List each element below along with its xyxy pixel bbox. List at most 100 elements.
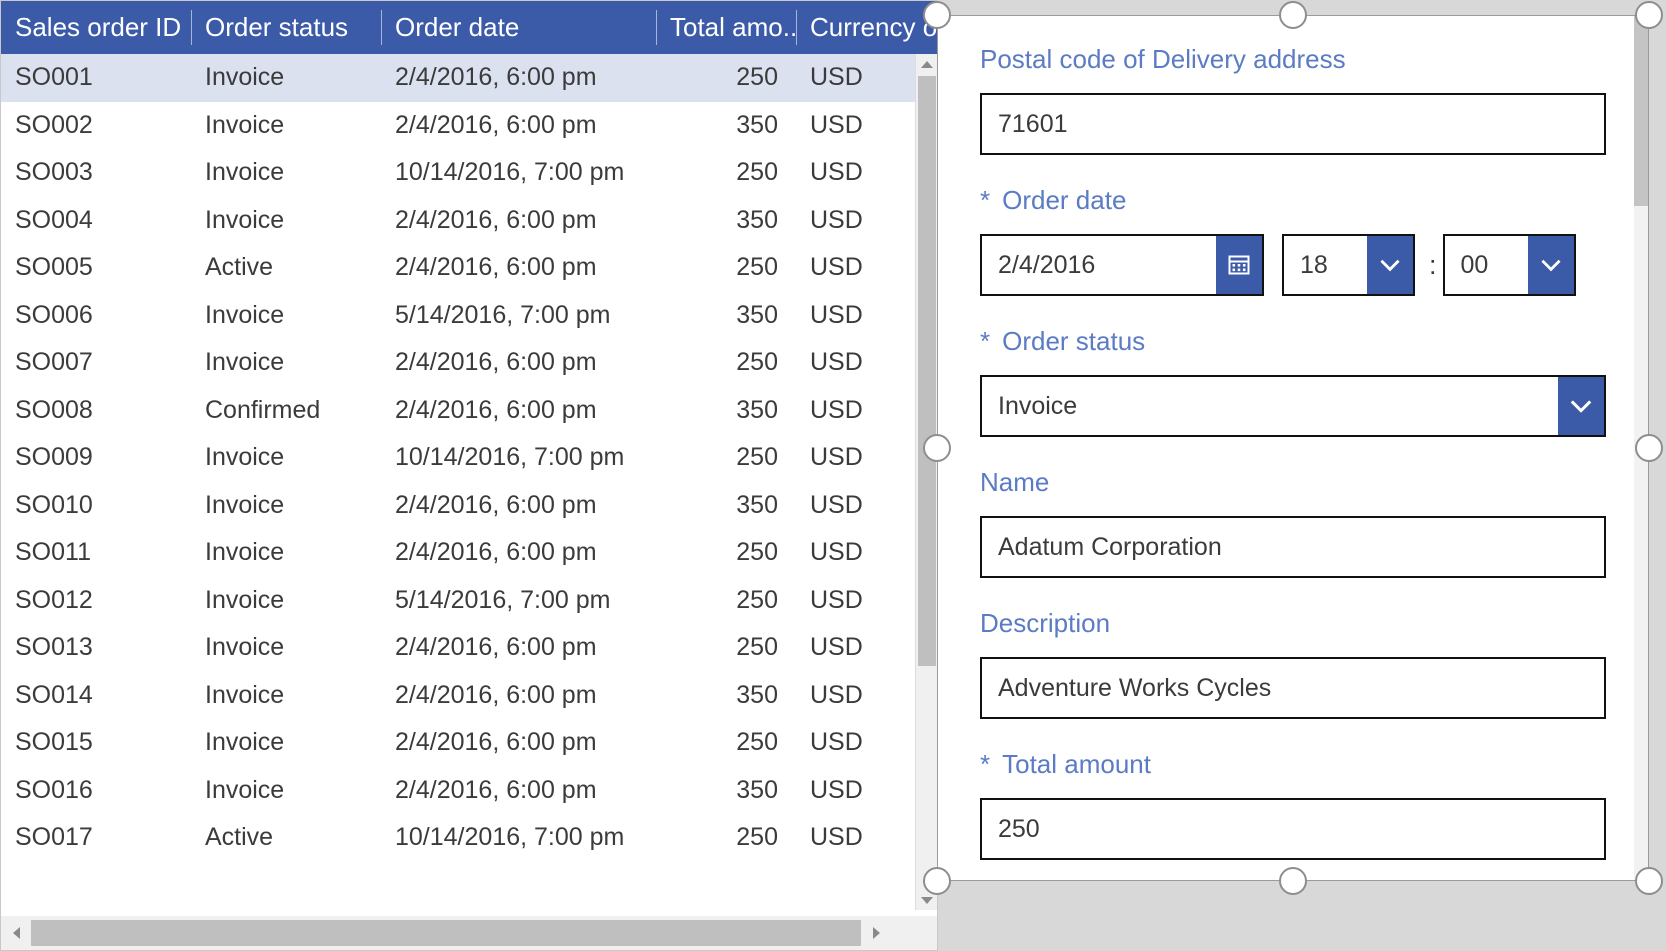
description-value: Adventure Works Cycles	[998, 674, 1271, 703]
postal-code-value: 71601	[998, 110, 1068, 139]
order-hour-value: 18	[1284, 236, 1367, 294]
cell-total-amount: 250	[656, 54, 796, 102]
table-row[interactable]: SO015Invoice2/4/2016, 6:00 pm250USD	[1, 719, 938, 767]
column-header-order-date[interactable]: Order date	[381, 1, 656, 54]
calendar-icon[interactable]	[1216, 236, 1262, 294]
cell-order-status: Invoice	[191, 434, 381, 482]
resize-handle-top-left[interactable]	[923, 1, 951, 29]
table-row[interactable]: SO007Invoice2/4/2016, 6:00 pm250USD	[1, 339, 938, 387]
resize-handle-top-center[interactable]	[1279, 1, 1307, 29]
table-horizontal-scrollbar[interactable]	[1, 916, 937, 950]
cell-order-status: Invoice	[191, 672, 381, 720]
order-minute-dropdown[interactable]: 00	[1443, 234, 1576, 296]
chevron-down-icon[interactable]	[1367, 236, 1413, 294]
field-name: Name Adatum Corporation	[980, 467, 1606, 578]
cell-order-status: Invoice	[191, 197, 381, 245]
order-date-picker[interactable]: 2/4/2016	[980, 234, 1264, 296]
table-row[interactable]: SO017Active10/14/2016, 7:00 pm250USD	[1, 814, 938, 862]
cell-order-status: Invoice	[191, 719, 381, 767]
cell-total-amount: 250	[656, 244, 796, 292]
label-total-amount-text: Total amount	[1002, 749, 1151, 780]
required-asterisk-order-status: *	[980, 328, 990, 354]
table-row[interactable]: SO016Invoice2/4/2016, 6:00 pm350USD	[1, 767, 938, 815]
label-order-date: * Order date	[980, 185, 1606, 216]
column-header-sales-order-id[interactable]: Sales order ID	[1, 1, 191, 54]
cell-sales-order-id: SO006	[1, 292, 191, 340]
scroll-left-arrow-icon[interactable]	[1, 916, 31, 950]
cell-sales-order-id: SO013	[1, 624, 191, 672]
cell-sales-order-id: SO009	[1, 434, 191, 482]
description-input[interactable]: Adventure Works Cycles	[980, 657, 1606, 719]
field-total-amount: * Total amount 250	[980, 749, 1606, 860]
cell-order-date: 2/4/2016, 6:00 pm	[381, 482, 656, 530]
table-row[interactable]: SO013Invoice2/4/2016, 6:00 pm250USD	[1, 624, 938, 672]
table-body: SO001Invoice2/4/2016, 6:00 pm250USDSO002…	[1, 54, 938, 862]
cell-order-status: Invoice	[191, 577, 381, 625]
total-amount-input[interactable]: 250	[980, 798, 1606, 860]
label-postal-code-text: Postal code of Delivery address	[980, 44, 1346, 75]
column-header-currency[interactable]: Currency of T	[796, 1, 938, 54]
label-postal-code: Postal code of Delivery address	[980, 44, 1606, 75]
cell-order-status: Invoice	[191, 339, 381, 387]
cell-order-status: Invoice	[191, 54, 381, 102]
label-order-date-text: Order date	[1002, 185, 1126, 216]
table-row[interactable]: SO005Active2/4/2016, 6:00 pm250USD	[1, 244, 938, 292]
cell-sales-order-id: SO004	[1, 197, 191, 245]
table-row[interactable]: SO011Invoice2/4/2016, 6:00 pm250USD	[1, 529, 938, 577]
resize-handle-bottom-left[interactable]	[923, 867, 951, 895]
chevron-down-icon[interactable]	[1528, 236, 1574, 294]
cell-order-status: Invoice	[191, 292, 381, 340]
cell-order-status: Invoice	[191, 624, 381, 672]
cell-total-amount: 250	[656, 624, 796, 672]
table-row[interactable]: SO001Invoice2/4/2016, 6:00 pm250USD	[1, 54, 938, 102]
table-row[interactable]: SO006Invoice5/14/2016, 7:00 pm350USD	[1, 292, 938, 340]
chevron-down-icon[interactable]	[1558, 377, 1604, 435]
resize-handle-top-right[interactable]	[1635, 1, 1663, 29]
table-row[interactable]: SO014Invoice2/4/2016, 6:00 pm350USD	[1, 672, 938, 720]
cell-total-amount: 350	[656, 482, 796, 530]
table-row[interactable]: SO003Invoice10/14/2016, 7:00 pm250USD	[1, 149, 938, 197]
cell-sales-order-id: SO003	[1, 149, 191, 197]
column-header-order-status[interactable]: Order status	[191, 1, 381, 54]
order-status-dropdown[interactable]: Invoice	[980, 375, 1606, 437]
scroll-up-arrow-icon[interactable]	[916, 54, 938, 74]
form-scroll-thumb[interactable]	[1634, 16, 1648, 206]
table-row[interactable]: SO010Invoice2/4/2016, 6:00 pm350USD	[1, 482, 938, 530]
cell-sales-order-id: SO001	[1, 54, 191, 102]
table-row[interactable]: SO012Invoice5/14/2016, 7:00 pm250USD	[1, 577, 938, 625]
edit-form-panel[interactable]: Postal code of Delivery address 71601 * …	[937, 15, 1649, 881]
table-vertical-scrollbar[interactable]	[915, 54, 937, 910]
cell-order-date: 10/14/2016, 7:00 pm	[381, 149, 656, 197]
resize-handle-middle-left[interactable]	[923, 434, 951, 462]
cell-sales-order-id: SO012	[1, 577, 191, 625]
cell-order-status: Invoice	[191, 482, 381, 530]
postal-code-input[interactable]: 71601	[980, 93, 1606, 155]
order-hour-dropdown[interactable]: 18	[1282, 234, 1415, 296]
table-row[interactable]: SO008Confirmed2/4/2016, 6:00 pm350USD	[1, 387, 938, 435]
scroll-right-arrow-icon[interactable]	[861, 916, 891, 950]
table-row[interactable]: SO002Invoice2/4/2016, 6:00 pm350USD	[1, 102, 938, 150]
cell-total-amount: 250	[656, 577, 796, 625]
resize-handle-middle-right[interactable]	[1635, 434, 1663, 462]
cell-order-status: Invoice	[191, 102, 381, 150]
column-header-total-amount[interactable]: Total amo...	[656, 1, 796, 54]
cell-total-amount: 250	[656, 149, 796, 197]
cell-order-date: 2/4/2016, 6:00 pm	[381, 767, 656, 815]
cell-order-date: 2/4/2016, 6:00 pm	[381, 624, 656, 672]
resize-handle-bottom-center[interactable]	[1279, 867, 1307, 895]
horizontal-scroll-thumb[interactable]	[31, 920, 861, 946]
cell-order-date: 2/4/2016, 6:00 pm	[381, 387, 656, 435]
table-row[interactable]: SO009Invoice10/14/2016, 7:00 pm250USD	[1, 434, 938, 482]
cell-total-amount: 250	[656, 339, 796, 387]
name-input[interactable]: Adatum Corporation	[980, 516, 1606, 578]
cell-sales-order-id: SO015	[1, 719, 191, 767]
table-row[interactable]: SO004Invoice2/4/2016, 6:00 pm350USD	[1, 197, 938, 245]
order-date-value: 2/4/2016	[982, 236, 1216, 294]
required-asterisk-total-amount: *	[980, 751, 990, 777]
vertical-scroll-thumb[interactable]	[918, 76, 936, 666]
form-scroll-area: Postal code of Delivery address 71601 * …	[938, 16, 1648, 880]
label-description-text: Description	[980, 608, 1110, 639]
resize-handle-bottom-right[interactable]	[1635, 867, 1663, 895]
cell-total-amount: 250	[656, 814, 796, 862]
cell-order-status: Active	[191, 244, 381, 292]
